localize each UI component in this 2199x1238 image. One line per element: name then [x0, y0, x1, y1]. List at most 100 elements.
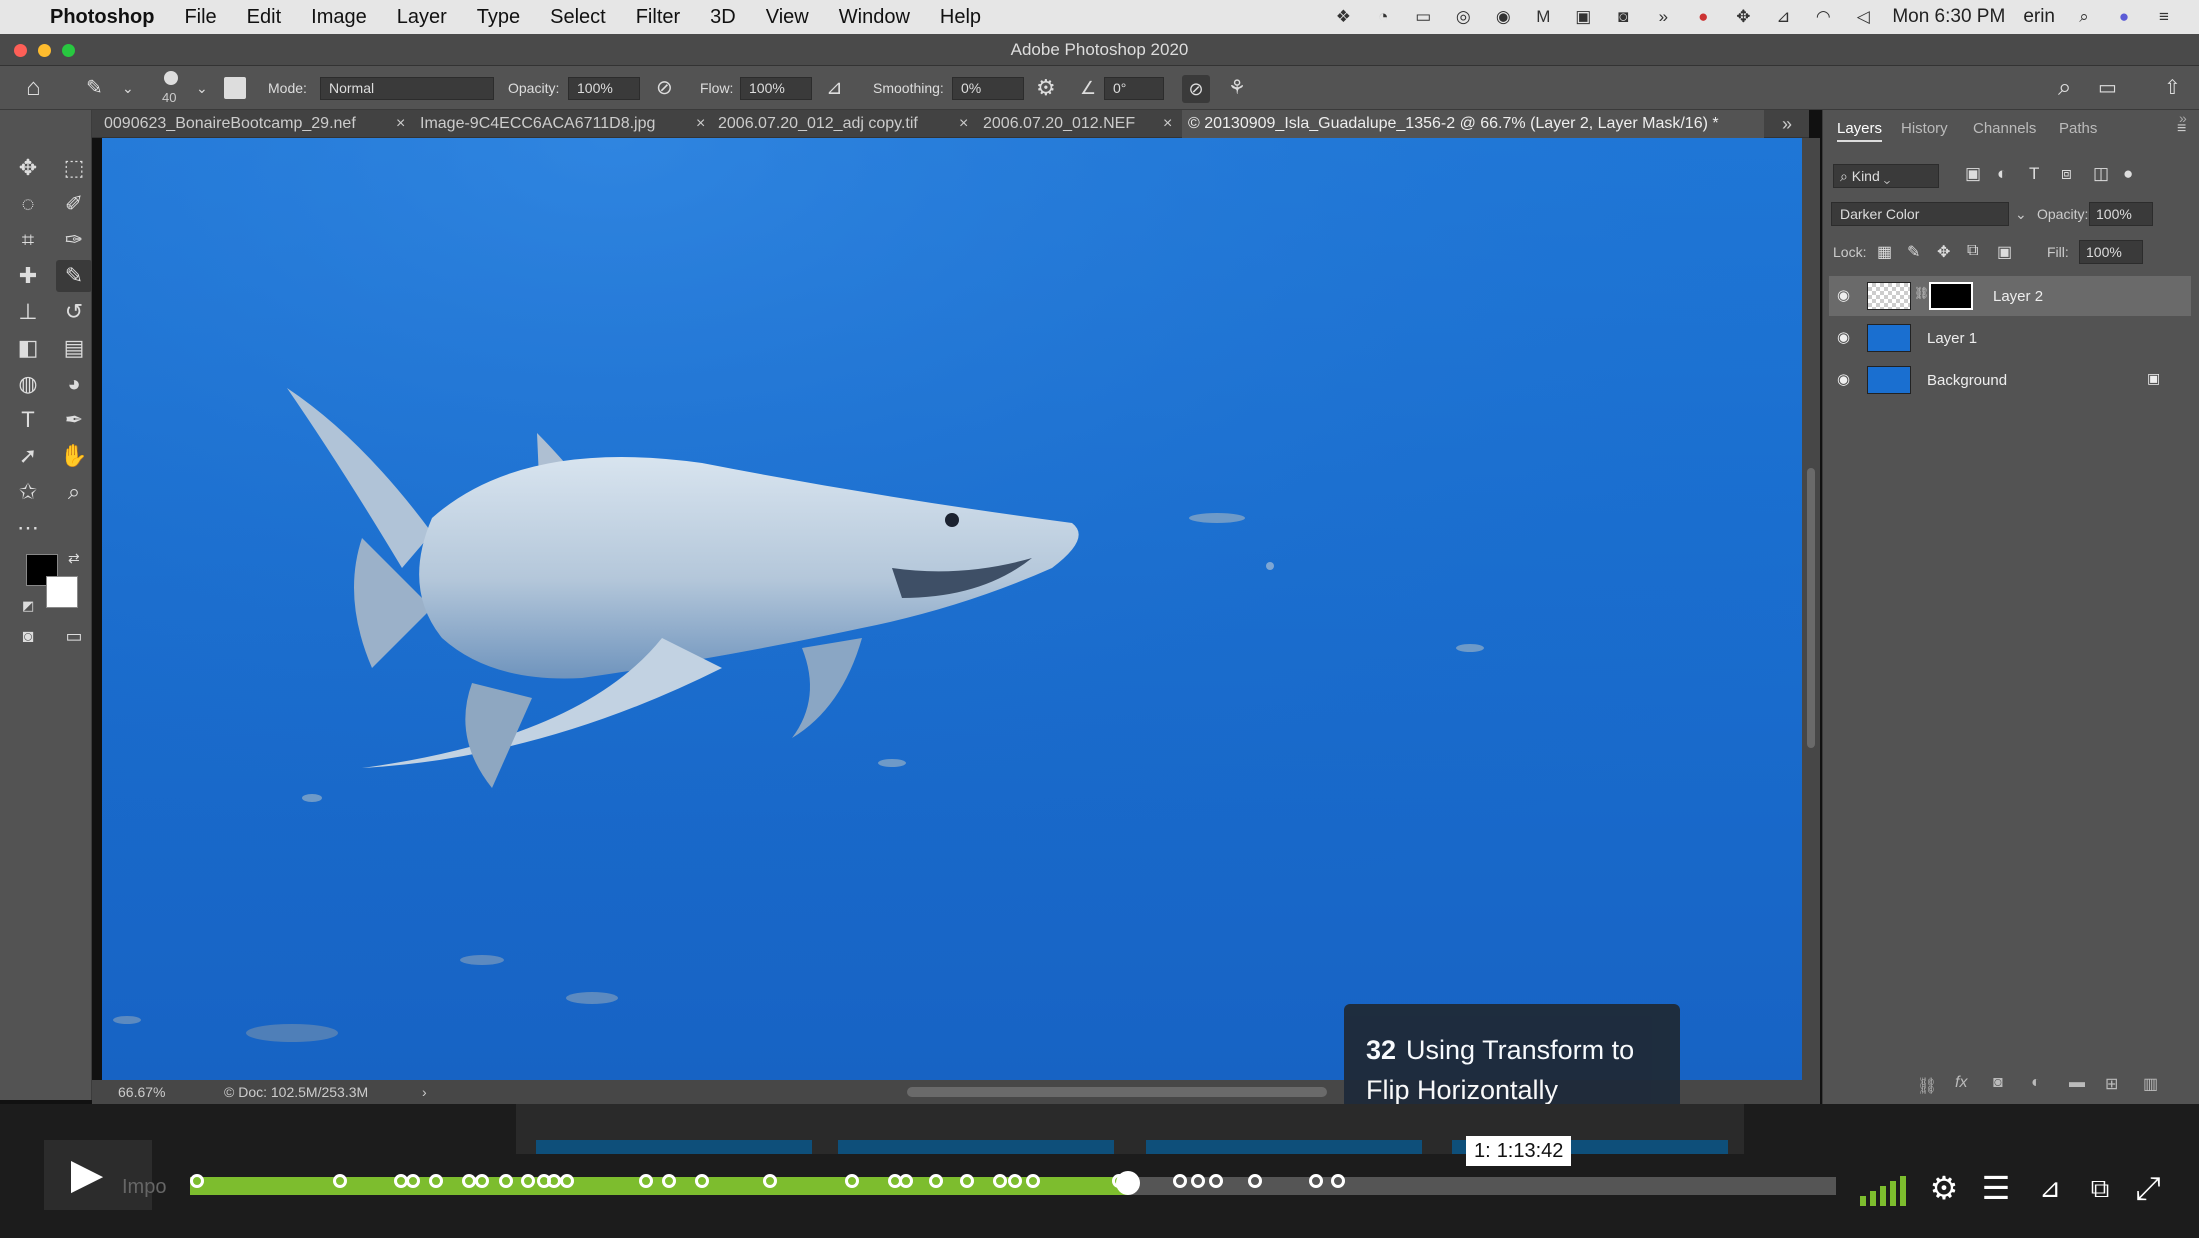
- background-color-swatch[interactable]: [46, 576, 78, 608]
- healing-brush-tool-icon[interactable]: ✚: [10, 260, 46, 292]
- picture-in-picture-icon[interactable]: ⧉: [2080, 1168, 2120, 1208]
- chapter-marker[interactable]: [190, 1174, 204, 1188]
- chapters-list-icon[interactable]: ☰: [1974, 1168, 2018, 1208]
- delete-layer-icon[interactable]: ▥: [2143, 1074, 2158, 1094]
- canvas-horizontal-scrollbar[interactable]: [907, 1087, 1327, 1097]
- eyedropper-tool-icon[interactable]: ✑: [56, 224, 92, 256]
- swap-colors-icon[interactable]: ⇄: [68, 550, 80, 567]
- document-canvas[interactable]: [102, 138, 1802, 1080]
- layer-row-layer1[interactable]: ◉ Layer 1: [1829, 318, 2191, 358]
- brush-tool-preset-icon[interactable]: ✎: [86, 66, 103, 110]
- opacity-field[interactable]: 100%: [568, 77, 640, 100]
- menu-view[interactable]: View: [766, 6, 809, 29]
- chapter-marker[interactable]: [929, 1174, 944, 1188]
- marquee-tool-icon[interactable]: ⬚: [56, 152, 92, 184]
- tab-layers[interactable]: Layers: [1837, 120, 1883, 142]
- pressure-opacity-icon[interactable]: ⊘: [656, 66, 673, 110]
- workspace-icon[interactable]: ▭: [2098, 66, 2117, 110]
- search-icon[interactable]: ⌕: [2058, 66, 2071, 110]
- fullscreen-icon[interactable]: ⤢: [2128, 1168, 2168, 1208]
- share-icon[interactable]: ⇧: [2164, 66, 2181, 110]
- layer-name[interactable]: Background: [1927, 372, 2007, 389]
- flow-field[interactable]: 100%: [740, 77, 812, 100]
- adjustment-layer-icon[interactable]: ◐: [2031, 1074, 2041, 1092]
- chapter-marker[interactable]: [1190, 1174, 1205, 1188]
- status-menu-arrow[interactable]: ›: [422, 1080, 427, 1104]
- menu-edit[interactable]: Edit: [247, 6, 281, 29]
- notification-list-icon[interactable]: ≡: [2153, 7, 2175, 27]
- monitor-icon[interactable]: ▭: [1412, 7, 1434, 27]
- airbrush-icon[interactable]: ⊿: [826, 66, 843, 110]
- chapter-marker[interactable]: [461, 1174, 476, 1188]
- menu-help[interactable]: Help: [940, 6, 981, 29]
- forward-icon[interactable]: »: [1652, 7, 1674, 27]
- menu-select[interactable]: Select: [550, 6, 606, 29]
- siri-icon[interactable]: ●: [2113, 7, 2135, 27]
- angle-field[interactable]: 0°: [1104, 77, 1164, 100]
- chapter-marker[interactable]: [520, 1174, 535, 1188]
- stamp-tool-icon[interactable]: ⊥: [10, 296, 46, 328]
- playhead-handle[interactable]: [1116, 1171, 1141, 1195]
- user-name[interactable]: erin: [2023, 6, 2055, 28]
- volume-bars-icon[interactable]: [1860, 1176, 1908, 1211]
- layer-name[interactable]: Layer 2: [1993, 288, 2043, 305]
- progress-bar[interactable]: [190, 1171, 1836, 1195]
- dodge-tool-icon[interactable]: ◕: [56, 368, 92, 400]
- panel-menu-icon[interactable]: ≡: [2177, 120, 2186, 138]
- menu-filter[interactable]: Filter: [636, 6, 680, 29]
- gauge-icon[interactable]: ◔: [1372, 7, 1394, 27]
- move-icon[interactable]: ✥: [1732, 7, 1754, 27]
- scrollbar-thumb[interactable]: [1807, 468, 1815, 748]
- layer-name[interactable]: Layer 1: [1927, 330, 1977, 347]
- chapter-marker[interactable]: [1330, 1174, 1345, 1188]
- more-tools-icon[interactable]: ⋯: [10, 512, 46, 544]
- fill-field[interactable]: 100%: [2079, 240, 2143, 264]
- mask-link-icon[interactable]: ⛓: [1914, 286, 1929, 300]
- tabs-overflow-icon[interactable]: »: [1782, 110, 1802, 138]
- filter-smart-object-icon[interactable]: ◫: [2093, 164, 2109, 184]
- menu-window[interactable]: Window: [839, 6, 910, 29]
- eraser-tool-icon[interactable]: ◧: [10, 332, 46, 364]
- layer-mask-thumbnail[interactable]: [1929, 282, 1973, 310]
- visibility-eye-icon[interactable]: ◉: [1837, 328, 1850, 346]
- symmetry-icon[interactable]: ⚘: [1228, 66, 1246, 110]
- brush-dropdown-icon[interactable]: ⌄: [196, 66, 208, 110]
- layer-opacity-field[interactable]: 100%: [2089, 202, 2153, 226]
- history-brush-tool-icon[interactable]: ↺: [56, 296, 92, 328]
- chapter-marker[interactable]: [762, 1174, 777, 1188]
- layer-style-icon[interactable]: fx: [1955, 1074, 1967, 1092]
- airplay-icon[interactable]: ⊿: [1772, 7, 1794, 27]
- angle-icon[interactable]: ∠: [1080, 66, 1096, 110]
- zoom-tool-icon[interactable]: ⌕: [56, 476, 92, 508]
- dropbox-icon[interactable]: ❖: [1332, 7, 1354, 27]
- screen-mode-icon[interactable]: ▭: [56, 620, 92, 652]
- menu-image[interactable]: Image: [311, 6, 367, 29]
- crop-tool-icon[interactable]: ⌗: [10, 224, 46, 256]
- smoothing-gear-icon[interactable]: ⚙: [1036, 66, 1056, 110]
- filter-toggle-icon[interactable]: ●: [2123, 164, 2133, 184]
- lock-position-icon[interactable]: ✥: [1937, 242, 1950, 262]
- airplay-icon[interactable]: ⊿: [2030, 1168, 2070, 1208]
- chapter-marker[interactable]: [845, 1174, 860, 1188]
- tab-close-icon[interactable]: ×: [696, 110, 706, 138]
- menu-file[interactable]: File: [184, 6, 216, 29]
- pen-tool-icon[interactable]: ✒: [56, 404, 92, 436]
- add-mask-icon[interactable]: ◙: [1993, 1074, 2003, 1092]
- settings-gear-icon[interactable]: ⚙: [1924, 1168, 1964, 1208]
- tab-close-icon[interactable]: ×: [1163, 110, 1173, 138]
- layer-row-background[interactable]: ◉ Background ▣: [1829, 360, 2191, 400]
- lock-pixels-icon[interactable]: ✎: [1907, 242, 1920, 262]
- canvas-vertical-scrollbar[interactable]: [1802, 138, 1820, 1080]
- layer-thumbnail[interactable]: [1867, 366, 1911, 394]
- lock-all-icon[interactable]: ▣: [1997, 242, 2012, 262]
- layer-row-layer2[interactable]: ◉ ⛓ Layer 2: [1829, 276, 2191, 316]
- hand-tool-icon[interactable]: ✋: [56, 440, 92, 472]
- link-layers-icon[interactable]: ⛓: [1917, 1076, 1937, 1096]
- document-tab-active[interactable]: © 20130909_Isla_Guadalupe_1356-2 @ 66.7%…: [1182, 110, 1764, 138]
- quick-select-tool-icon[interactable]: ✐: [56, 188, 92, 220]
- chapter-marker[interactable]: [405, 1174, 420, 1188]
- document-tab[interactable]: 0090623_BonaireBootcamp_29.nef: [104, 110, 386, 138]
- pressure-size-icon[interactable]: ⊘: [1182, 75, 1210, 103]
- gradient-tool-icon[interactable]: ▤: [56, 332, 92, 364]
- chapter-marker[interactable]: [474, 1174, 489, 1188]
